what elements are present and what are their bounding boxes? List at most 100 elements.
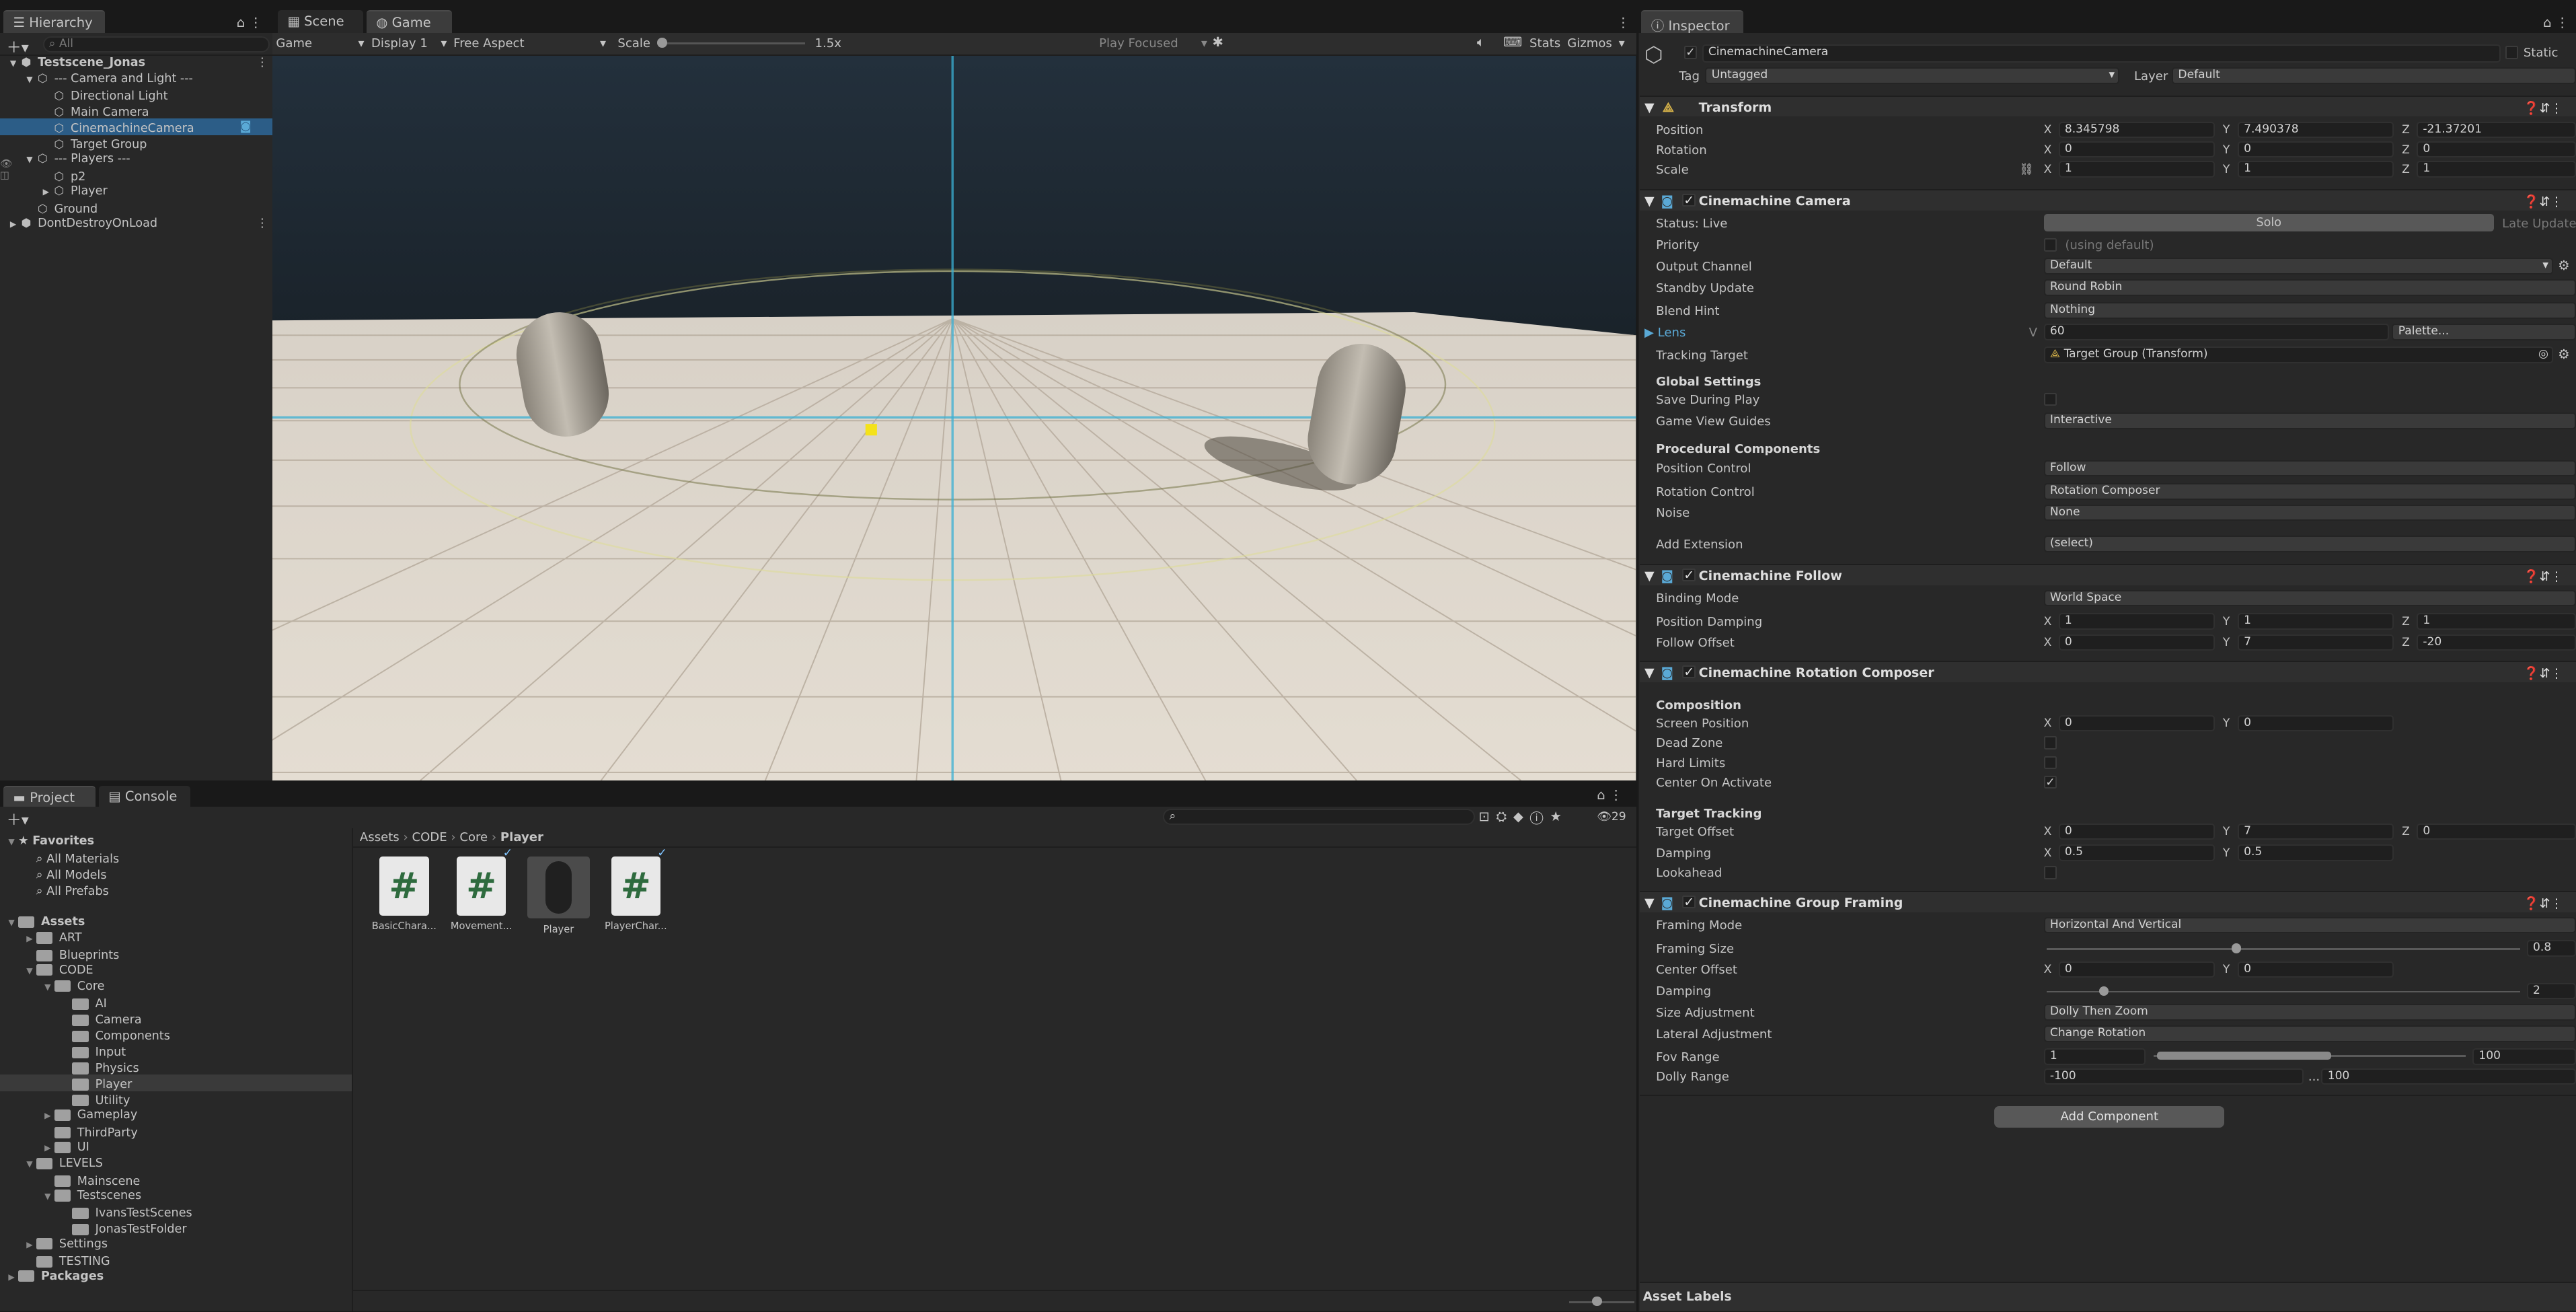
project-folder-item[interactable]: Components [0,1027,352,1043]
composer-damping-y-field[interactable]: 0.5 [2237,844,2394,861]
axis-y-label[interactable]: Y [2223,825,2230,838]
enable-checkbox[interactable]: ✓ [1682,193,1696,207]
foldout-arrow-icon[interactable]: ▶ [23,933,36,946]
project-folder-item[interactable]: IvansTestScenes [0,1204,352,1220]
position-x-field[interactable]: 8.345798 [2058,121,2215,139]
project-folder-item[interactable]: ▼ ★ Favorites [0,833,352,849]
project-folder-item[interactable]: ▶ UI [0,1139,352,1155]
scale-x-field[interactable]: 1 [2058,161,2215,178]
hard-limits-checkbox[interactable] [2043,756,2057,770]
foldout-arrow-icon[interactable]: ▶ [23,1239,36,1252]
follow-offset-x-field[interactable]: 0 [2058,634,2215,651]
axis-x-label[interactable]: X [2044,615,2052,628]
lookahead-checkbox[interactable] [2043,866,2057,879]
rotation-z-field[interactable]: 0 [2417,141,2576,158]
fov-range-fill[interactable] [2157,1052,2332,1060]
constrain-proportions-icon[interactable]: ⛓ [2019,163,2034,176]
stats-button[interactable]: Stats [1529,36,1560,50]
project-folder-item[interactable]: ⌕ All Models [0,865,352,882]
cinemachine-follow-header[interactable]: ▼ ◙ ✓ Cinemachine Follow ❓⇵⋮ [1639,563,2576,585]
framing-size-field[interactable]: 0.8 [2526,940,2576,957]
cinemachine-camera-header[interactable]: ▼ ◙ ✓ Cinemachine Camera ❓⇵⋮ [1639,188,2576,211]
axis-z-label[interactable]: Z [2402,143,2410,157]
tracking-target-field[interactable]: ⟁ Target Group (Transform) ◎ [2043,347,2553,363]
enable-checkbox[interactable]: ✓ [1682,895,1696,909]
icon-size-slider[interactable] [1568,1296,1635,1307]
binding-mode-dropdown[interactable]: World Space [2043,589,2576,607]
foldout-arrow-icon[interactable]: ▶ [41,1109,54,1123]
dead-zone-checkbox[interactable] [2043,736,2057,750]
gear-icon[interactable]: ⚙ [2558,347,2570,362]
position-y-field[interactable]: 7.490378 [2237,121,2394,139]
add-component-button[interactable]: Add Component [1994,1105,2225,1128]
rotation-y-field[interactable]: 0 [2237,141,2394,158]
inspector-lock-icon[interactable]: ⌂ ⋮ [2543,15,2569,30]
scale-slider[interactable] [657,38,805,48]
project-folder-item[interactable]: Blueprints [0,946,352,962]
play-mode-dropdown[interactable]: Play Focused ▾ [1099,36,1207,50]
hierarchy-item[interactable]: ⬡ Directional Light [0,86,272,103]
hierarchy-item[interactable]: ⬡ Main Camera [0,102,272,119]
position-damping-y-field[interactable]: 1 [2237,613,2394,630]
project-folder-item[interactable]: ▶ Packages [0,1268,352,1284]
fov-max-field[interactable]: 100 [2472,1048,2576,1065]
project-folder-item[interactable]: TESTING [0,1252,352,1268]
project-add-icon[interactable]: ＋▾ [7,809,29,830]
noise-dropdown[interactable]: None [2043,504,2576,521]
project-folder-item[interactable]: ▶ ART [0,930,352,946]
axis-y-label[interactable]: Y [2223,846,2230,860]
axis-x-label[interactable]: X [2044,825,2052,838]
lock-icon[interactable]: ⌂ ⋮ [237,15,262,30]
display-dropdown[interactable]: Display 1 ▾ [371,36,447,50]
tab-hierarchy[interactable]: ☰ Hierarchy [3,9,106,33]
rotation-x-field[interactable]: 0 [2058,141,2215,158]
hierarchy-item[interactable]: ⬡ Ground [0,199,272,216]
axis-x-label[interactable]: X [2044,163,2052,176]
transform-header[interactable]: ▼ ⟁ Transform ❓⇵⋮ [1639,95,2576,117]
foldout-arrow-icon[interactable]: ▶ [7,218,20,231]
aspect-dropdown[interactable]: Free Aspect ▾ [453,36,606,50]
lens-fov-field[interactable]: 60 [2043,324,2389,340]
scale-y-field[interactable]: 1 [2237,161,2394,178]
size-adjustment-dropdown[interactable]: Dolly Then Zoom [2043,1004,2576,1021]
hierarchy-item[interactable]: ⬡ p2 [0,167,272,184]
position-damping-x-field[interactable]: 1 [2058,613,2215,630]
foldout-arrow-icon[interactable]: ▼ [23,153,36,167]
foldout-arrow-icon[interactable]: ▼ [23,965,36,978]
foldout-arrow-icon[interactable]: ▶ [40,186,53,199]
lateral-adjustment-dropdown[interactable]: Change Rotation [2043,1025,2576,1042]
screen-position-y-field[interactable]: 0 [2237,715,2394,731]
foldout-arrow-icon[interactable]: ▼ [7,57,20,71]
object-name-field[interactable]: CinemachineCamera [1702,44,2501,63]
target-picker-icon[interactable]: ◎ [2538,348,2548,361]
project-folder-item[interactable]: Physics [0,1059,352,1075]
asset-tile[interactable]: # ✓ Movement... [447,846,516,942]
tag-dropdown[interactable]: Untagged ▾ [1705,67,2119,84]
tab-console[interactable]: ▤ Console [98,785,191,809]
project-search-input[interactable]: ⌕ [1163,808,1476,826]
tab-project[interactable]: ▬ Project [3,785,96,809]
foldout-arrow-icon[interactable]: ▼ [5,916,18,930]
target-offset-y-field[interactable]: 7 [2237,823,2394,840]
project-folder-item[interactable]: ▼ Assets [0,914,352,930]
breadcrumb-core[interactable]: Core [459,830,488,844]
visibility-icon[interactable]: 👁 ◫ [0,157,23,181]
project-folder-item[interactable]: Mainscene [0,1171,352,1188]
axis-y-label[interactable]: Y [2223,163,2230,176]
cinemachine-rotation-composer-header[interactable]: ▼ ◙ ✓ Cinemachine Rotation Composer ❓⇵⋮ [1639,660,2576,682]
asset-tile[interactable]: # BasicChara... [370,856,439,942]
project-folder-item[interactable]: Player [0,1074,352,1091]
active-checkbox[interactable]: ✓ [1683,46,1698,59]
center-offset-x-field[interactable]: 0 [2058,961,2215,978]
fov-range-slider[interactable] [2154,1052,2466,1060]
breadcrumb-assets[interactable]: Assets [360,830,400,844]
hierarchy-item[interactable]: ▶ ⬢ DontDestroyOnLoad ⋮ [0,215,272,231]
bug-icon[interactable]: ✱ [1213,34,1223,50]
target-offset-x-field[interactable]: 0 [2058,823,2215,840]
hierarchy-item[interactable]: ▼ ⬢ Testscene_Jonas ⋮ [0,54,272,71]
position-damping-z-field[interactable]: 1 [2417,613,2576,630]
fov-min-field[interactable]: 1 [2043,1048,2146,1065]
project-folder-item[interactable]: ⌕ All Materials [0,849,352,866]
project-lock-icon[interactable]: ⌂ ⋮ [1597,787,1622,803]
asset-tile[interactable]: # ✓ PlayerChar... [601,846,671,942]
